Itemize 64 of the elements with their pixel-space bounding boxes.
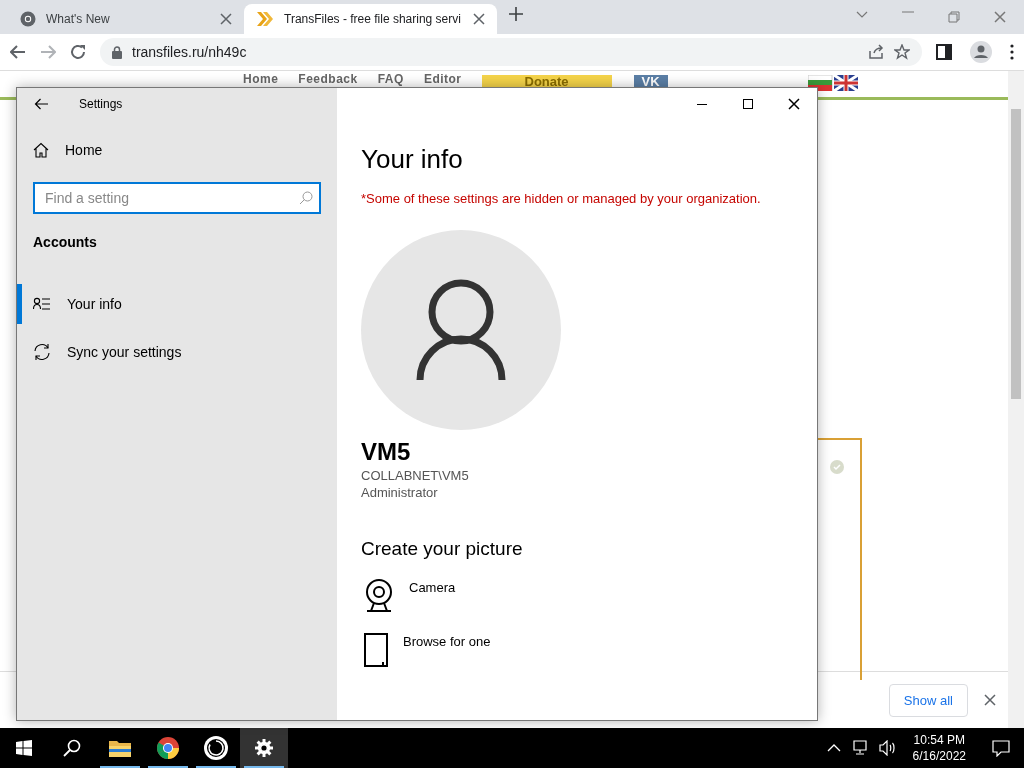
share-icon[interactable]	[868, 44, 884, 60]
nav-link[interactable]: Editor	[423, 73, 462, 86]
plus-icon[interactable]	[508, 7, 523, 21]
check-circle-icon	[830, 460, 844, 474]
minimize-icon	[697, 103, 707, 105]
close-icon	[994, 11, 1006, 23]
clock[interactable]: 10:54 PM 6/16/2022	[906, 732, 972, 764]
maximize-icon	[743, 99, 753, 109]
picture-option[interactable]: Browse for one	[361, 632, 491, 668]
profile-icon[interactable]	[970, 41, 992, 63]
person-icon	[416, 278, 506, 382]
star-icon[interactable]	[894, 44, 910, 60]
picture-option[interactable]: Camera	[361, 578, 456, 614]
show-all-button[interactable]: Show all	[888, 683, 968, 717]
tab-close-button[interactable]	[218, 11, 234, 27]
close-icon	[220, 13, 232, 25]
notification-icon[interactable]	[992, 739, 1010, 757]
browser-logo-icon	[156, 736, 180, 760]
nav-link[interactable]: Feedback	[298, 73, 358, 86]
ring-logo-icon	[203, 735, 229, 761]
page-heading: Your info	[361, 144, 463, 175]
side-panel-icon[interactable]	[936, 44, 952, 60]
search-icon	[63, 739, 81, 757]
windows-logo-icon	[16, 740, 32, 756]
chevron-logo-icon	[256, 11, 274, 27]
gear-icon	[254, 738, 274, 758]
more-menu-icon[interactable]	[1010, 44, 1014, 60]
search-icon	[299, 191, 313, 205]
folder-icon	[108, 738, 132, 758]
person-list-icon	[33, 297, 51, 311]
close-icon	[788, 98, 800, 110]
browser-tab[interactable]: TransFiles - free file sharing servi	[244, 4, 497, 34]
browser-logo-icon	[20, 11, 36, 27]
address-bar[interactable]: transfiles.ru/nh49c	[100, 38, 922, 66]
chevron-up-icon[interactable]	[826, 744, 841, 752]
nav-link[interactable]: FAQ	[377, 73, 404, 86]
home-icon	[33, 142, 49, 158]
sync-icon	[33, 343, 51, 361]
account-name: COLLABNET\VM5	[361, 468, 469, 483]
close-download-bar-button[interactable]	[984, 694, 996, 706]
section-heading: Accounts	[33, 234, 98, 250]
network-icon[interactable]	[850, 740, 869, 756]
nav-item[interactable]: Sync your settings	[17, 332, 337, 372]
tab-close-button[interactable]	[470, 11, 487, 27]
browser-tab[interactable]: What's New	[8, 4, 244, 34]
account-role: Administrator	[361, 485, 438, 500]
document-icon	[361, 632, 391, 668]
window-title: Settings	[79, 97, 123, 111]
nav-link[interactable]: Home	[243, 73, 279, 86]
reload-icon[interactable]	[70, 44, 86, 60]
chevron-down-icon[interactable]	[856, 11, 868, 19]
home-nav-item[interactable]: Home	[17, 130, 337, 170]
taskbar-app[interactable]	[240, 728, 288, 768]
close-icon	[984, 694, 996, 706]
section-heading: Create your picture	[361, 538, 523, 560]
back-arrow-icon	[34, 98, 48, 110]
search-field[interactable]: Find a setting	[33, 182, 321, 214]
notice-text: *Some of these settings are hidden or managed by your organization.	[361, 191, 761, 206]
speaker-icon[interactable]	[878, 740, 897, 756]
scrollbar[interactable]	[1008, 71, 1024, 728]
user-name: VM5	[361, 438, 411, 466]
back-arrow-icon[interactable]	[10, 45, 26, 59]
lock-icon	[112, 45, 122, 59]
close-icon	[472, 13, 485, 25]
